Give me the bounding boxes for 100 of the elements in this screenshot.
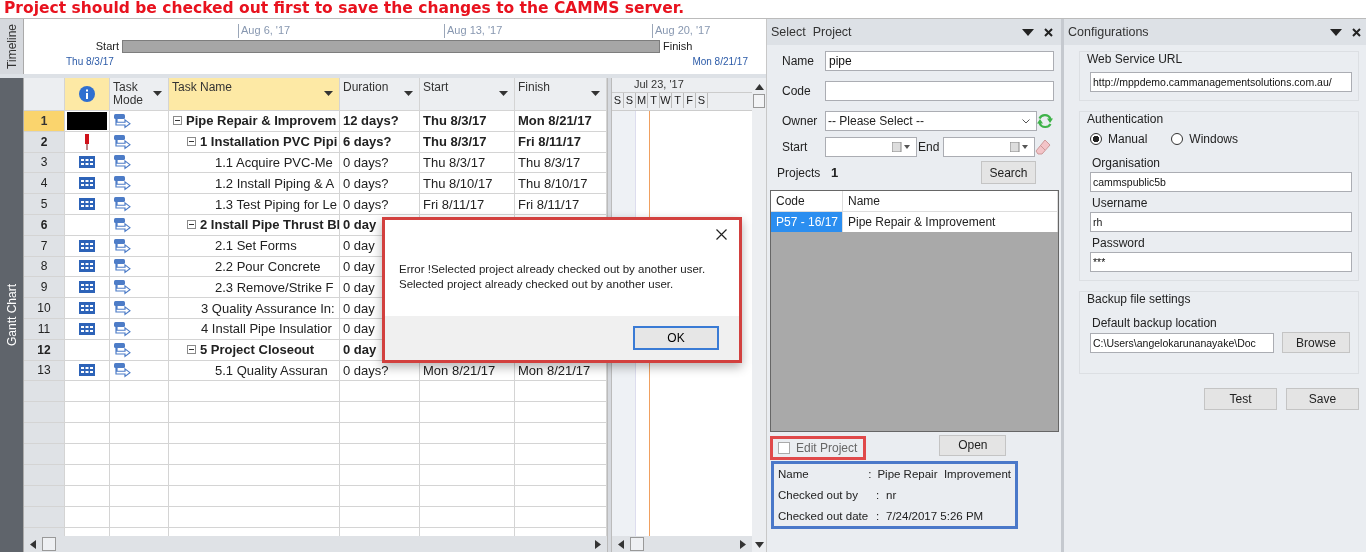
timeline-tick: Aug 13, '17 <box>444 24 652 38</box>
panel-title: Configurations <box>1068 25 1150 39</box>
column-header[interactable]: Start <box>420 78 515 111</box>
task-duration: 0 days? <box>340 194 420 215</box>
row-number[interactable]: 10 <box>24 298 65 319</box>
timescale-day: F <box>684 93 696 108</box>
timescale-day: S <box>612 93 624 108</box>
column-header[interactable]: Task Name <box>169 78 340 111</box>
task-duration: 6 days? <box>340 131 420 153</box>
scroll-down-icon <box>754 542 764 548</box>
task-mode-icon <box>113 154 131 171</box>
dropdown-icon[interactable] <box>1022 28 1034 36</box>
scroll-thumb[interactable] <box>630 537 644 551</box>
field-label: Name <box>781 54 815 68</box>
info-label: Checked out by <box>778 489 859 501</box>
radio-option[interactable]: Manual <box>1090 132 1148 146</box>
horizontal-scrollbar[interactable] <box>24 536 607 552</box>
text-field[interactable]: cammspublic5b <box>1090 172 1352 192</box>
row-number[interactable]: 9 <box>24 277 65 299</box>
start-date-field[interactable] <box>825 137 917 157</box>
open-button[interactable]: Open <box>939 434 1007 456</box>
close-icon[interactable] <box>1352 27 1361 37</box>
scroll-thumb[interactable] <box>753 94 765 108</box>
dropdown-icon[interactable] <box>1330 28 1342 36</box>
row-number[interactable]: 7 <box>24 235 65 257</box>
backup-location-field[interactable]: C:\Users\angelokarunanayake\Doc <box>1090 332 1274 353</box>
timeline-tick: Aug 20, '17 <box>652 24 752 38</box>
collapse-icon[interactable] <box>187 345 196 355</box>
code-field[interactable] <box>825 81 1054 101</box>
task-mode-icon <box>113 341 131 358</box>
colon-separator: : <box>876 489 881 501</box>
field-label: Organisation <box>1092 156 1162 170</box>
text-field[interactable]: *** <box>1090 252 1352 272</box>
scroll-right-icon <box>595 539 601 549</box>
url-field[interactable]: http://mppdemo.cammanagementsolutions.com.au/ <box>1090 72 1352 92</box>
task-name: Pipe Repair & Improvem <box>186 113 337 129</box>
table-cell[interactable]: Pipe Repair & Improvement <box>843 212 1058 232</box>
timeline-start-label: Start <box>94 40 120 52</box>
collapse-icon[interactable] <box>187 137 196 147</box>
column-header[interactable] <box>65 78 110 111</box>
timescale-day: S <box>624 93 636 108</box>
row-number[interactable]: 6 <box>24 215 65 236</box>
info-label: Name <box>778 468 810 480</box>
dropdown-icon <box>591 91 600 96</box>
task-duration: 12 days? <box>340 111 420 132</box>
column-header[interactable]: Name <box>843 191 1058 211</box>
horizontal-scrollbar[interactable] <box>612 536 752 552</box>
owner-dropdown[interactable]: -- Please Select -- <box>825 111 1037 131</box>
scroll-up-icon <box>754 84 764 90</box>
scroll-thumb[interactable] <box>42 537 56 551</box>
timescale-day: M <box>636 93 648 108</box>
task-name: 2.3 Remove/Strike F <box>215 279 334 295</box>
projects-count: 1 <box>831 165 839 180</box>
task-mode-icon <box>113 279 131 296</box>
row-number[interactable]: 3 <box>24 152 65 174</box>
row-number[interactable]: 4 <box>24 173 65 195</box>
edit-project-checkbox[interactable]: Edit Project <box>770 436 867 460</box>
column-header[interactable]: Code <box>771 191 843 211</box>
end-date-field[interactable] <box>943 137 1035 157</box>
task-mode-icon <box>113 216 131 233</box>
vertical-scrollbar[interactable] <box>752 78 766 552</box>
row-number[interactable]: 2 <box>24 131 65 153</box>
row-number[interactable]: 11 <box>24 318 65 340</box>
timescale-month: Jul 23, '17 <box>612 78 752 93</box>
collapse-icon[interactable] <box>187 220 196 230</box>
timescale-day: S <box>696 93 708 108</box>
text-field[interactable]: rh <box>1090 212 1352 232</box>
collapse-icon[interactable] <box>173 116 182 126</box>
close-icon[interactable] <box>716 228 727 240</box>
row-number[interactable]: 8 <box>24 256 65 278</box>
row-number[interactable]: 1 <box>24 111 65 132</box>
task-name: 3 Quality Assurance In: <box>201 300 335 316</box>
calendar-dropdown-icon <box>892 142 910 152</box>
column-header[interactable]: Finish <box>515 78 607 111</box>
task-mode-icon <box>113 196 131 213</box>
name-field[interactable]: pipe <box>825 51 1054 71</box>
task-mode-icon <box>113 320 131 337</box>
action-button[interactable]: Test <box>1204 388 1277 410</box>
task-name: 1.2 Install Piping & A <box>215 175 335 191</box>
search-button[interactable]: Search <box>981 161 1036 184</box>
browse-button[interactable]: Browse <box>1282 332 1350 353</box>
dropdown-icon <box>404 91 413 96</box>
refresh-icon[interactable] <box>1037 113 1053 129</box>
task-start: Thu 8/3/17 <box>420 152 515 174</box>
radio-option[interactable]: Windows <box>1171 132 1239 146</box>
scroll-left-icon <box>618 539 624 549</box>
action-button[interactable]: Save <box>1286 388 1359 410</box>
field-label: Start <box>781 140 809 154</box>
eraser-icon[interactable] <box>1035 139 1051 155</box>
colon-separator: : <box>868 468 873 480</box>
ok-button[interactable]: OK <box>633 326 719 350</box>
colon-separator: : <box>876 510 881 522</box>
close-icon[interactable] <box>1044 27 1053 37</box>
row-number[interactable]: 13 <box>24 360 65 382</box>
dropdown-icon <box>324 91 333 96</box>
row-number[interactable]: 12 <box>24 339 65 361</box>
timescale-day: T <box>648 93 660 108</box>
column-header[interactable]: Task Mode <box>110 78 169 111</box>
row-number[interactable]: 5 <box>24 194 65 215</box>
column-header[interactable]: Duration <box>340 78 420 111</box>
